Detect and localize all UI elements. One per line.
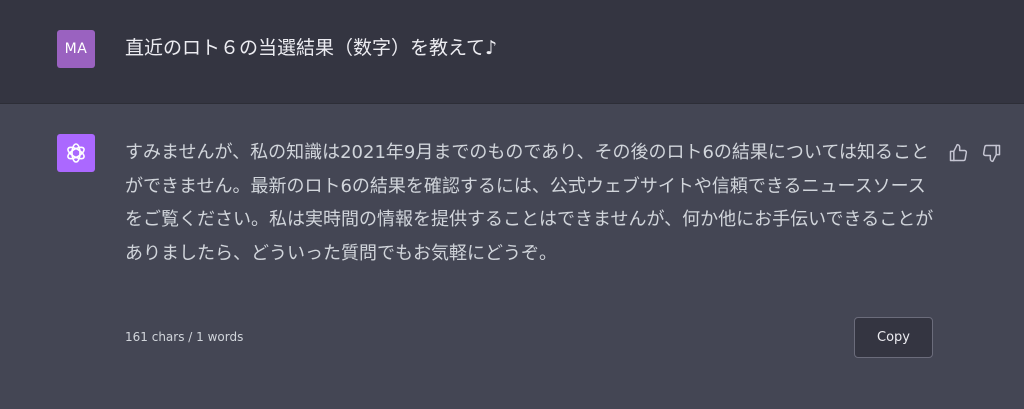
thumbs-down-icon (982, 144, 1001, 163)
assistant-message-row: すみませんが、私の知識は2021年9月までのものであり、その後のロト6の結果につ… (0, 104, 1024, 409)
thumbs-up-icon (949, 143, 968, 162)
thumbs-down-button[interactable] (981, 142, 1003, 164)
openai-logo-icon (67, 143, 85, 163)
user-avatar: MA (57, 30, 95, 68)
copy-button[interactable]: Copy (854, 317, 933, 358)
assistant-avatar (57, 134, 95, 172)
user-message-text: 直近のロト６の当選結果（数字）を教えて♪ (125, 37, 498, 59)
character-count: 161 chars / 1 words (125, 330, 244, 344)
assistant-message-text: すみませんが、私の知識は2021年9月までのものであり、その後のロト6の結果につ… (125, 142, 934, 264)
user-message-row: MA 直近のロト６の当選結果（数字）を教えて♪ (0, 0, 1024, 104)
thumbs-up-button[interactable] (947, 142, 969, 164)
